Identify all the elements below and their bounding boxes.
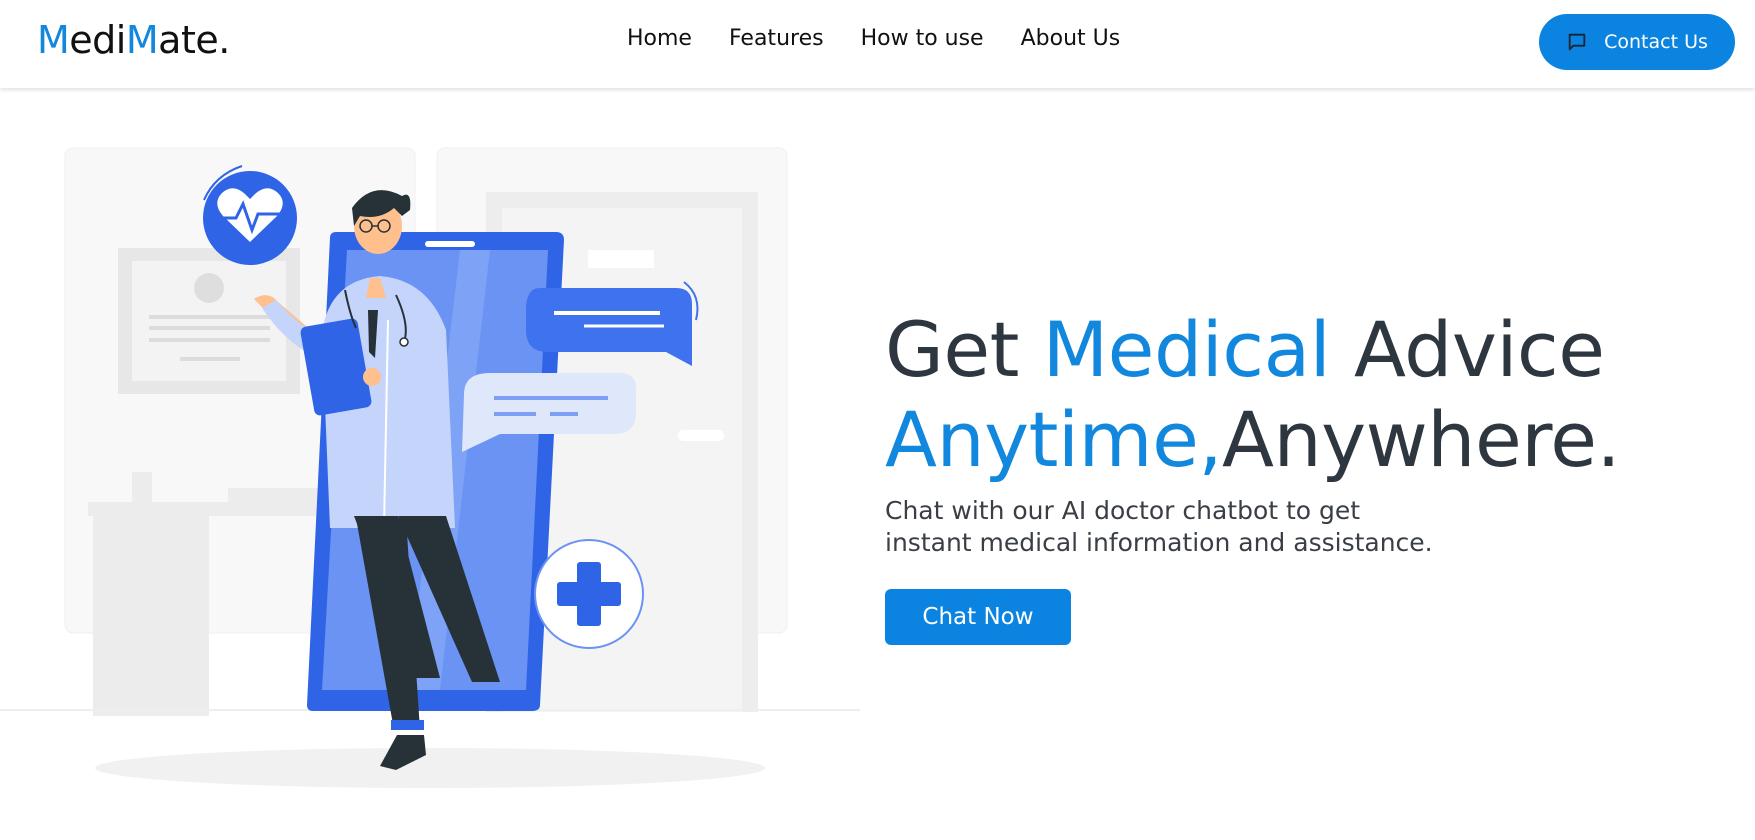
chat-bubble-icon [1566,31,1588,53]
hero-title-medical: Medical [1042,305,1331,394]
hero-title: Get Medical Advice Anytime,Anywhere. [885,305,1705,485]
hero-title-anytime: Anytime, [885,395,1223,484]
logo-letter-m2: M [125,18,159,62]
hero-subtitle-line1: Chat with our AI doctor chatbot to get [885,496,1361,525]
navbar: MediMate. Home Features How to use About… [0,0,1755,88]
nav-link-features[interactable]: Features [729,26,824,51]
hero-title-advice: Advice [1330,305,1605,394]
nav-link-about-us[interactable]: About Us [1021,26,1121,51]
doctor-with-phone-illustration [0,130,860,810]
contact-us-label: Contact Us [1604,31,1708,53]
hero-title-anywhere: Anywhere. [1222,395,1621,484]
hero-section: Get Medical Advice Anytime,Anywhere. Chat… [885,305,1705,645]
hero-title-get: Get [885,305,1043,394]
chat-now-button[interactable]: Chat Now [885,589,1071,645]
logo-text-edi: edi [69,18,126,62]
logo-text-ate: ate. [158,18,230,62]
main-nav: Home Features How to use About Us [627,26,1120,51]
logo-letter-m1: M [37,18,70,62]
contact-us-button[interactable]: Contact Us [1539,14,1735,70]
nav-link-home[interactable]: Home [627,26,692,51]
nav-link-how-to-use[interactable]: How to use [861,26,984,51]
hero-subtitle: Chat with our AI doctor chatbot to get in… [885,495,1505,559]
hero-subtitle-line2: instant medical information and assistan… [885,528,1433,557]
brand-logo[interactable]: MediMate. [37,18,230,62]
